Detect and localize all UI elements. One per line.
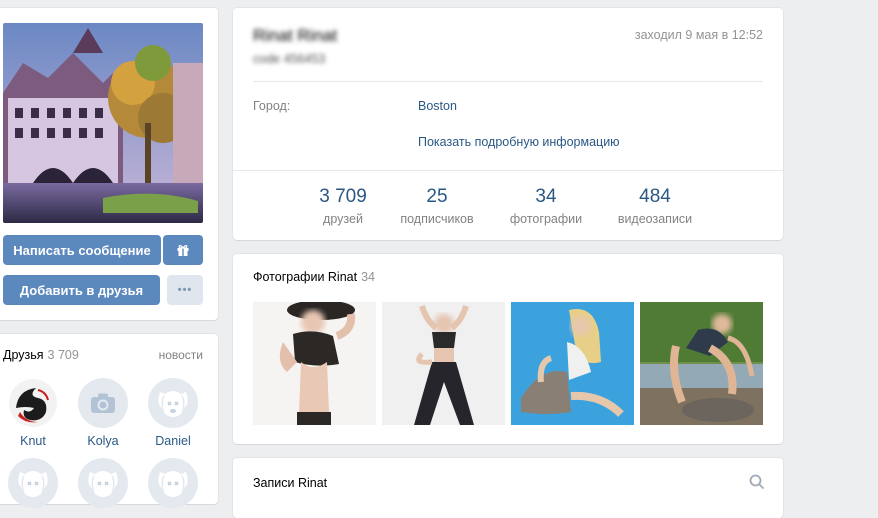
friends-count: 3 709 bbox=[47, 348, 79, 362]
search-icon bbox=[749, 474, 765, 490]
profile-info-card: Rinat Rinat code 456453 заходил 9 мая в … bbox=[233, 8, 783, 240]
friends-header[interactable]: Друзья 3 709 bbox=[3, 348, 79, 362]
photo-thumbnail[interactable] bbox=[640, 302, 763, 425]
friends-card: Друзья 3 709 новости Knut Kolya Daniel bbox=[0, 334, 218, 508]
friend-name[interactable]: Daniel bbox=[138, 434, 208, 448]
divider bbox=[233, 170, 783, 171]
photo-thumbnail[interactable] bbox=[511, 302, 634, 425]
stat-label: подписчиков bbox=[400, 212, 474, 226]
friend-avatar[interactable] bbox=[8, 458, 58, 508]
avatar-card: Написать сообщение Добавить в друзья ••• bbox=[0, 8, 218, 320]
posts-card: Записи Rinat bbox=[233, 458, 783, 518]
dragon-avatar-icon bbox=[9, 379, 57, 427]
friend-avatar[interactable] bbox=[148, 378, 198, 428]
posts-search-button[interactable] bbox=[749, 474, 765, 495]
city-label: Город: bbox=[253, 99, 291, 113]
dog-placeholder-icon bbox=[158, 471, 188, 497]
divider bbox=[253, 81, 763, 82]
gift-icon bbox=[177, 245, 189, 256]
friend-item[interactable]: Daniel bbox=[138, 378, 208, 448]
friend-item[interactable] bbox=[138, 458, 208, 508]
friend-avatar[interactable] bbox=[78, 378, 128, 428]
stat-photos[interactable]: 34 фотографии bbox=[491, 186, 601, 226]
stat-followers[interactable]: 25 подписчиков bbox=[382, 186, 492, 226]
stat-value: 25 bbox=[426, 186, 448, 207]
photo-thumbnail[interactable] bbox=[253, 302, 376, 425]
friends-title: Друзья bbox=[3, 348, 44, 362]
friend-avatar[interactable] bbox=[8, 378, 58, 428]
friend-item[interactable] bbox=[0, 458, 68, 508]
send-message-button[interactable]: Написать сообщение bbox=[3, 235, 161, 265]
photos-card: Фотографии Rinat 34 bbox=[233, 254, 783, 444]
last-seen-text: заходил 9 мая в 12:52 bbox=[634, 28, 763, 42]
stat-value: 484 bbox=[639, 186, 671, 207]
dog-placeholder-icon bbox=[88, 471, 118, 497]
photos-title: Фотографии Rinat bbox=[253, 270, 358, 284]
profile-status[interactable]: code 456453 bbox=[253, 52, 325, 66]
dog-placeholder-icon bbox=[158, 391, 188, 417]
show-more-info-link[interactable]: Показать подробную информацию bbox=[418, 135, 620, 149]
stat-videos[interactable]: 484 видеозаписи bbox=[600, 186, 710, 226]
city-link[interactable]: Boston bbox=[418, 99, 457, 113]
add-friend-button[interactable]: Добавить в друзья bbox=[3, 275, 160, 305]
friend-item[interactable] bbox=[68, 458, 138, 508]
friend-item[interactable]: Kolya bbox=[68, 378, 138, 448]
stat-label: видеозаписи bbox=[617, 212, 693, 226]
stat-label: фотографии bbox=[509, 212, 583, 226]
more-actions-button[interactable]: ••• bbox=[167, 275, 203, 305]
camera-icon bbox=[91, 393, 115, 413]
friend-name[interactable]: Kolya bbox=[68, 434, 138, 448]
photo-thumbnail[interactable] bbox=[382, 302, 505, 425]
photos-count: 34 bbox=[361, 270, 375, 284]
friend-item[interactable]: Knut bbox=[0, 378, 68, 448]
profile-photo[interactable] bbox=[3, 23, 203, 223]
friend-avatar[interactable] bbox=[78, 458, 128, 508]
more-dots-icon: ••• bbox=[177, 284, 193, 296]
photos-header[interactable]: Фотографии Rinat 34 bbox=[253, 270, 375, 284]
profile-name: Rinat Rinat bbox=[253, 26, 338, 45]
friend-avatar[interactable] bbox=[148, 458, 198, 508]
friends-news-link[interactable]: новости bbox=[159, 348, 203, 362]
send-gift-button[interactable] bbox=[163, 235, 203, 265]
posts-title[interactable]: Записи Rinat bbox=[253, 476, 327, 490]
dog-placeholder-icon bbox=[18, 471, 48, 497]
friend-name[interactable]: Knut bbox=[0, 434, 68, 448]
stat-value: 34 bbox=[535, 186, 557, 207]
